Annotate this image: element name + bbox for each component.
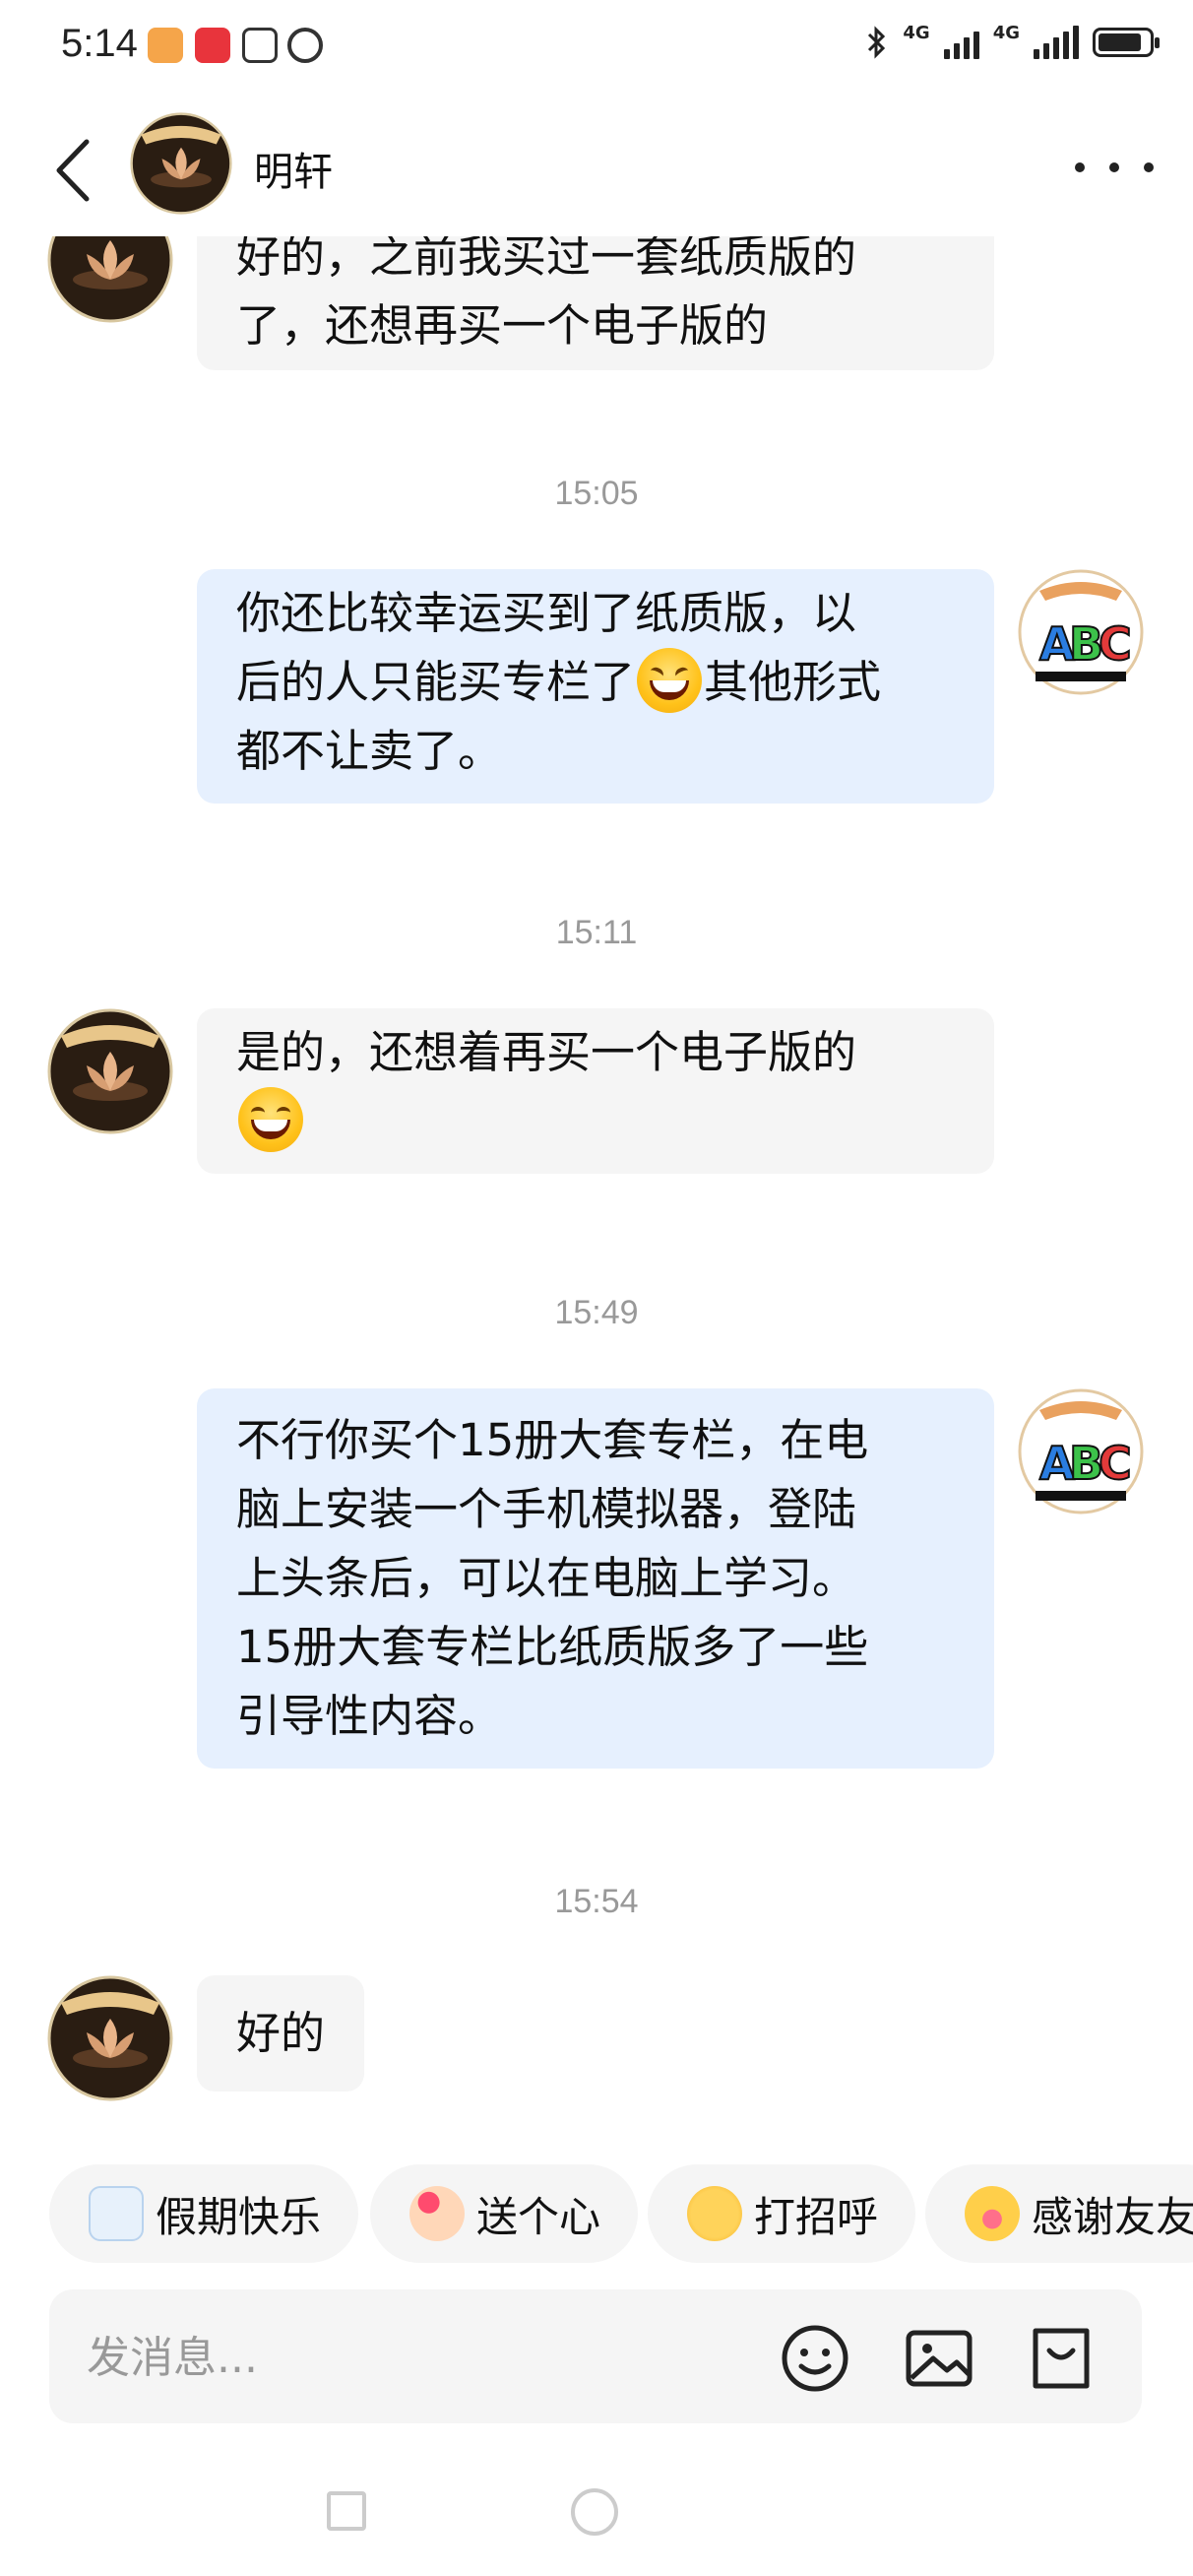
nfc-icon xyxy=(242,28,278,63)
quick-reply-bar[interactable]: 假期快乐 送个心 打招呼 感谢友友 xyxy=(0,2157,1193,2265)
lotus-avatar-icon xyxy=(130,112,232,215)
grinning-teeth-emoji xyxy=(238,1087,303,1152)
lotus-avatar-icon xyxy=(47,1975,173,2101)
quick-reply-chip[interactable]: 打招呼 xyxy=(648,2164,916,2263)
signal-icon-1 xyxy=(943,26,979,59)
store-app-icon xyxy=(195,28,230,63)
quick-reply-chip[interactable]: 假期快乐 xyxy=(49,2164,359,2263)
abc-avatar-icon: A B C xyxy=(1018,1388,1144,1514)
message-list[interactable]: 好的，之前我买过一套纸质版的 了，还想再买一个电子版的 15:05 你还比较幸运… xyxy=(0,236,1193,2127)
quick-reply-chip[interactable]: 感谢友友 xyxy=(925,2164,1193,2263)
hug-face-icon xyxy=(965,2186,1020,2241)
message-bubble-incoming[interactable]: 是的，还想着再买一个电子版的 xyxy=(197,1008,994,1174)
chip-label: 打招呼 xyxy=(754,2192,879,2241)
contact-avatar[interactable] xyxy=(47,236,173,323)
alarm-icon xyxy=(287,28,323,63)
my-avatar[interactable]: A B C xyxy=(1018,569,1144,695)
holiday-card-icon xyxy=(89,2186,144,2241)
contact-name: 明轩 xyxy=(254,150,333,195)
recent-apps-button[interactable] xyxy=(327,2491,366,2531)
status-bar: 5:14 4G 4G xyxy=(0,0,1193,95)
shop-button[interactable] xyxy=(1026,2323,1097,2394)
status-time: 5:14 xyxy=(61,22,138,65)
bluetooth-icon xyxy=(868,26,886,59)
chevron-left-icon xyxy=(56,139,90,202)
more-options-button[interactable] xyxy=(1075,148,1154,187)
chip-label: 感谢友友 xyxy=(1032,2192,1193,2241)
header-avatar[interactable] xyxy=(130,112,232,215)
battery-fill xyxy=(1099,33,1141,51)
more-dot-icon xyxy=(1075,162,1085,172)
svg-text:C: C xyxy=(1099,617,1132,671)
emoji-icon xyxy=(782,2325,848,2392)
message-input-bar xyxy=(49,2289,1142,2423)
chat-header: 明轩 xyxy=(0,98,1193,236)
my-avatar[interactable]: A B C xyxy=(1018,1388,1144,1514)
wave-smile-icon xyxy=(687,2186,742,2241)
lotus-avatar-icon xyxy=(47,1008,173,1134)
chip-label: 假期快乐 xyxy=(156,2192,322,2241)
contact-avatar[interactable] xyxy=(47,1975,173,2101)
more-dot-icon xyxy=(1144,162,1154,172)
message-bubble-incoming[interactable]: 好的 xyxy=(197,1975,365,2092)
chip-label: 送个心 xyxy=(476,2192,601,2241)
quick-reply-chip[interactable]: 送个心 xyxy=(370,2164,639,2263)
network-label-1: 4G xyxy=(903,22,930,43)
message-input[interactable] xyxy=(85,2321,719,2394)
home-app-icon xyxy=(148,28,183,63)
svg-text:C: C xyxy=(1099,1437,1132,1490)
emoji-button[interactable] xyxy=(780,2323,850,2394)
status-right: 4G 4G xyxy=(865,22,1160,59)
message-bubble-outgoing[interactable]: 不行你买个15册大套专栏，在电 脑上安装一个手机模拟器，登陆 上头条后，可以在电… xyxy=(197,1388,994,1769)
more-dot-icon xyxy=(1109,162,1119,172)
abc-avatar-icon: A B C xyxy=(1018,569,1144,695)
message-text: 是的，还想着再买一个电子版的 xyxy=(236,1026,857,1078)
message-bubble-outgoing[interactable]: 你还比较幸运买到了纸质版，以 后的人只能买专栏了 其他形式 都不让卖了。 xyxy=(197,569,994,804)
message-timestamp: 15:11 xyxy=(555,914,638,951)
image-button[interactable] xyxy=(904,2323,974,2394)
signal-icon-2 xyxy=(1034,26,1079,59)
finger-heart-icon xyxy=(409,2186,465,2241)
lotus-avatar-icon xyxy=(47,236,173,323)
shop-bag-icon xyxy=(1033,2328,1090,2389)
message-timestamp: 15:54 xyxy=(554,1883,639,1920)
system-nav-bar xyxy=(0,2462,1193,2576)
home-button[interactable] xyxy=(571,2488,618,2536)
battery-icon xyxy=(1093,28,1160,57)
grinning-squint-emoji xyxy=(637,648,703,713)
back-button[interactable] xyxy=(49,136,98,205)
contact-avatar[interactable] xyxy=(47,1008,173,1134)
network-label-2: 4G xyxy=(992,22,1020,43)
message-timestamp: 15:05 xyxy=(554,475,639,512)
image-icon xyxy=(906,2330,973,2387)
message-bubble-incoming[interactable]: 好的，之前我买过一套纸质版的 了，还想再买一个电子版的 xyxy=(197,236,994,370)
message-timestamp: 15:49 xyxy=(554,1294,639,1331)
